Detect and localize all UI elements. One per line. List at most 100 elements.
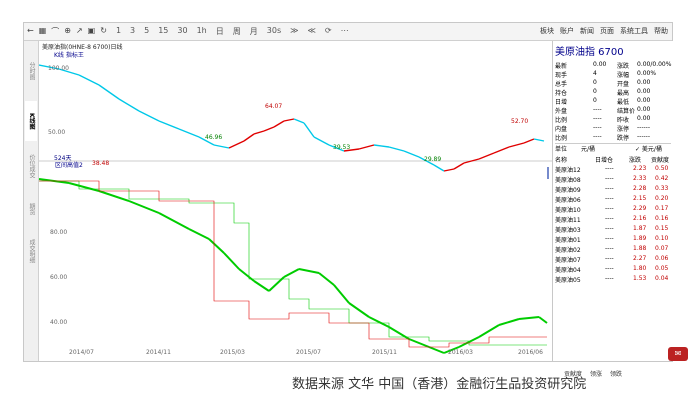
menu-item[interactable]: 账户 [560,26,574,36]
period-button[interactable]: ⟳ [325,26,332,37]
quote-value: 0 [593,79,597,86]
change-value: 2.29 [633,205,647,212]
price-line-segment [478,152,495,160]
refresh-icon[interactable]: ↻ [100,26,107,37]
menu-item[interactable]: 系统工具 [620,26,648,36]
table-row[interactable]: 美原油12 ---- 2.23 0.50 [555,165,671,174]
period-button[interactable]: 1h [197,26,207,37]
table-row[interactable]: 美原油11 ---- 2.16 0.16 [555,215,671,224]
period-button[interactable]: 1 [116,26,121,37]
left-tab[interactable]: 分时图 [25,51,37,91]
price-line-segment [263,126,275,132]
alert-button[interactable]: ✉ [668,347,688,361]
quote-value: 0.00% [637,70,657,77]
change-value: 2.27 [633,255,647,262]
unit-value: 元/桶 [581,146,596,153]
indicator-value: 38.48 [92,160,110,167]
period-button[interactable]: ⋯ [341,26,349,37]
table-row[interactable]: 美原油05 ---- 1.53 0.04 [555,275,671,284]
table-row[interactable]: 美原油01 ---- 1.89 0.10 [555,235,671,244]
unit-checkbox[interactable]: ✓ 美元/桶 [635,144,662,153]
grid-icon[interactable]: ▦ [39,26,47,37]
left-tab[interactable]: 价位成交 [25,146,37,186]
quote-label: 跌停 [617,135,630,142]
price-line-segment [388,146,405,152]
period-button[interactable]: 15 [158,26,168,37]
period-button[interactable]: 周 [233,26,241,37]
quote-value: 0.00 [637,97,651,104]
quote-label: 最新 [555,63,568,70]
contribution-value: 0.16 [655,215,669,222]
period-button[interactable]: 3 [130,26,135,37]
y-tick-label: 60.00 [50,274,68,281]
x-tick-label: 2015/11 [372,349,397,356]
price-line-segment [523,138,535,144]
contract-name: 美原油09 [555,187,581,194]
quote-value: 4 [593,70,597,77]
left-tab[interactable]: 成交明细 [25,231,37,271]
column-header[interactable]: 贡献度 [651,155,669,164]
contract-name: 美原油08 [555,177,581,184]
quote-row: 比例 ---- 跌停 ------ [555,133,671,142]
quote-value: 0.00/0.00% [637,61,672,68]
left-tab[interactable]: K线图 [25,101,37,141]
bottom-tab[interactable]: 领涨 [590,369,602,378]
app-window: ← ▦ ⌒ ⊕ ↗ ▣ ↻ 1 3 5 15 30 1h 日周月 30s ≫ ≪ ⟳ ⋯ 板块 账户 新闻 页面 系统工具… [23,22,688,378]
line-icon[interactable]: ⌒ [51,26,59,37]
save-icon[interactable]: ▣ [88,26,96,37]
crosshair-icon[interactable]: ⊕ [64,26,71,37]
price-line-segment [243,133,255,142]
menu-item[interactable]: 帮助 [654,26,668,36]
bottom-tab[interactable]: 领跌 [610,369,622,378]
price-line-segment [158,120,180,130]
period-button[interactable]: ≪ [308,26,316,37]
arrow-icon[interactable]: ↗ [76,26,83,37]
price-line-segment [78,74,100,86]
column-header[interactable]: 名称 [555,155,567,164]
back-icon[interactable]: ← [27,26,34,37]
contract-name: 美原油04 [555,267,581,274]
menu-item[interactable]: 板块 [540,26,554,36]
upper-band-line [39,180,547,346]
period-button[interactable]: ≫ [290,26,298,37]
indicator-line-segment [318,272,335,286]
menu-item[interactable]: 页面 [600,26,614,36]
menu-item[interactable]: 新闻 [580,26,594,36]
table-row[interactable]: 美原油06 ---- 2.15 0.20 [555,195,671,204]
quote-value: 0 [593,88,597,95]
table-row[interactable]: 美原油02 ---- 1.88 0.07 [555,245,671,254]
price-line-segment [293,118,305,124]
table-row[interactable]: 美原油07 ---- 2.27 0.06 [555,255,671,264]
left-tab[interactable]: 期货 [25,191,37,226]
oi-change: ---- [605,255,614,262]
indicator-line-segment [348,302,370,318]
table-row[interactable]: 美原油04 ---- 1.80 0.05 [555,265,671,274]
column-header[interactable]: 日增仓 [595,155,613,164]
table-row[interactable]: 美原油03 ---- 1.87 0.15 [555,225,671,234]
kline-chart-area[interactable] [38,41,552,359]
contract-name: 美原油05 [555,277,581,284]
quote-label: 涨跌 [617,63,630,70]
period-button[interactable]: 5 [144,26,149,37]
contract-name: 美原油12 [555,167,581,174]
quote-label: 涨停 [617,126,630,133]
period-button[interactable]: 月 [250,26,258,37]
oi-change: ---- [605,215,614,222]
contribution-value: 0.33 [655,185,669,192]
indicator-title: 区间高值2 [55,162,83,169]
table-row[interactable]: 美原油09 ---- 2.28 0.33 [555,185,671,194]
indicator-line-segment [518,316,540,320]
column-header[interactable]: 涨跌 [629,155,641,164]
contribution-value: 0.15 [655,225,669,232]
period-button[interactable]: 30 [177,26,187,37]
table-row[interactable]: 美原油10 ---- 2.29 0.17 [555,205,671,214]
table-row[interactable]: 美原油08 ---- 2.33 0.42 [555,175,671,184]
indicator-line-segment [408,338,430,348]
quote-value: 0.00 [637,79,651,86]
change-value: 2.33 [633,175,647,182]
period-button[interactable]: 日 [216,26,224,37]
quote-row: 最新 0.00 涨跌 0.00/0.00% [555,61,671,70]
quote-label: 总手 [555,81,568,88]
period-button[interactable]: 30s [267,26,281,37]
price-line-segment [533,138,545,142]
